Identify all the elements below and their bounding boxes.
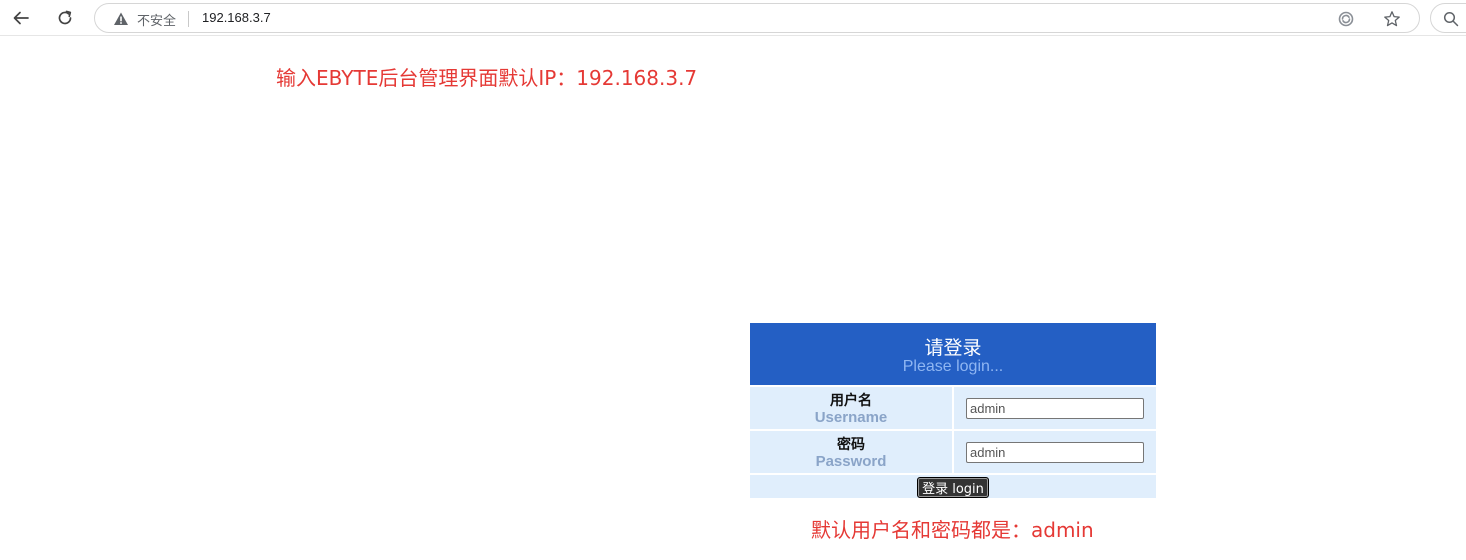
login-title: 请登录 [924,337,982,359]
address-bar[interactable]: 不安全 192.168.3.7 [94,3,1420,33]
refresh-button[interactable] [52,5,78,31]
password-row: 密码 Password [750,431,1156,473]
username-input[interactable] [966,398,1144,419]
back-button[interactable] [8,5,34,31]
translate-button[interactable] [1337,10,1355,28]
url-text[interactable]: 192.168.3.7 [202,10,271,25]
warning-icon[interactable] [113,11,129,27]
search-icon [1443,11,1459,27]
login-subtitle: Please login... [902,358,1004,375]
refresh-icon [58,10,72,25]
username-label-cn: 用户名 [830,393,872,409]
address-divider [188,11,189,27]
login-header: 请登录 Please login... [750,323,1156,385]
star-icon [1384,11,1400,27]
password-label-en: Password [815,453,887,470]
password-label-cell: 密码 Password [750,431,952,473]
password-label-cn: 密码 [837,437,865,453]
password-field-cell [954,431,1156,473]
bookmark-button[interactable] [1383,10,1401,28]
back-arrow-icon [13,11,29,25]
browser-toolbar: 不安全 192.168.3.7 [0,0,1466,36]
login-button[interactable]: 登录 login [917,477,989,498]
translate-icon [1338,11,1354,27]
security-status-label[interactable]: 不安全 [137,10,176,29]
login-panel: 请登录 Please login... 用户名 Username 密码 Pass… [750,323,1156,498]
annotation-default-ip: 输入EBYTE后台管理界面默认IP：192.168.3.7 [276,66,698,90]
username-row: 用户名 Username [750,387,1156,429]
search-box[interactable] [1430,3,1466,33]
submit-row: 登录 login [750,475,1156,498]
username-label-cell: 用户名 Username [750,387,952,429]
password-input[interactable] [966,442,1144,463]
annotation-default-credentials: 默认用户名和密码都是：admin [811,518,1094,542]
username-field-cell [954,387,1156,429]
username-label-en: Username [814,409,888,426]
